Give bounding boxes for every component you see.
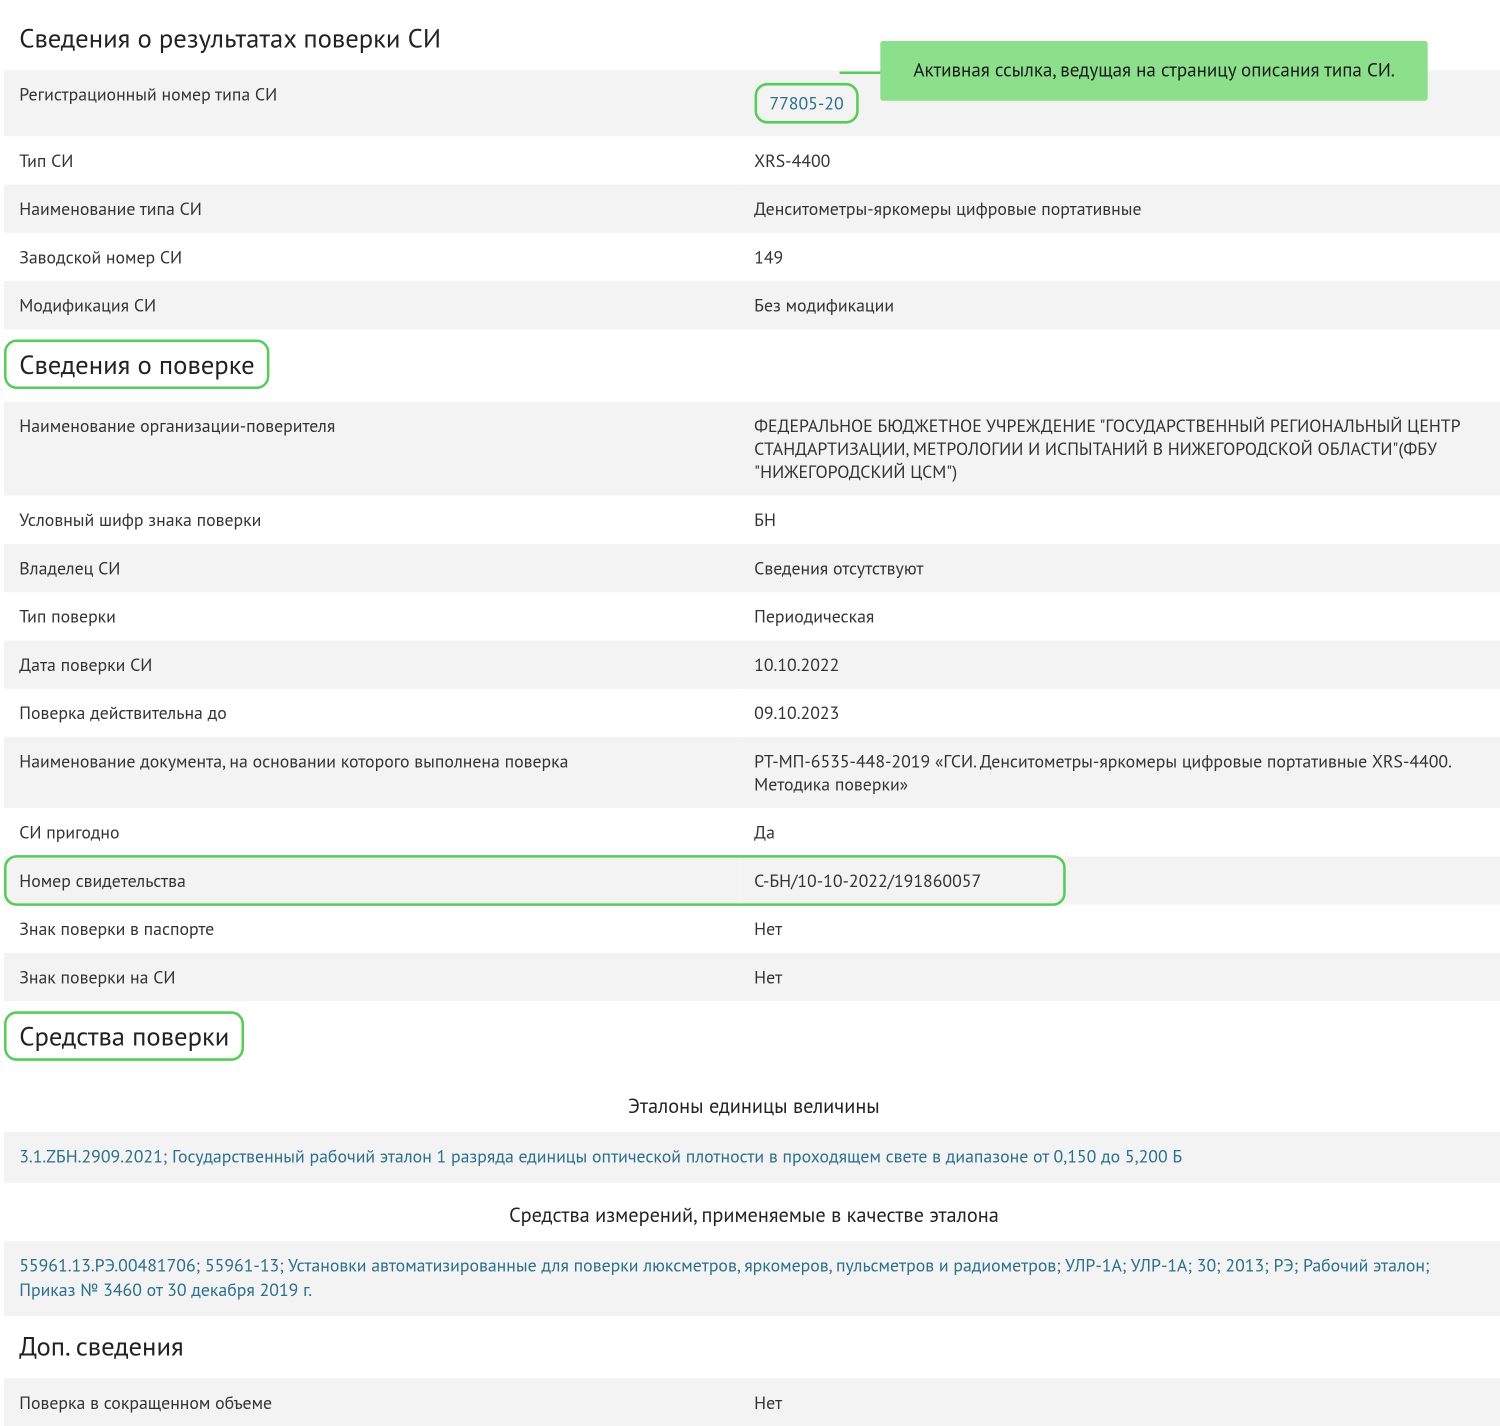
section-title-additional: Доп. сведения xyxy=(12,1326,192,1365)
etalon-block: 3.1.ZБН.2909.2021; Государственный рабоч… xyxy=(4,1132,1500,1182)
results-table: Регистрационный номер типа СИ 77805-20 Т… xyxy=(4,70,1500,329)
section-title-verification: Сведения о поверке xyxy=(4,339,270,389)
row-factory-num: Заводской номер СИ 149 xyxy=(4,233,1500,281)
annotation-callout: Активная ссылка, ведущая на страницу опи… xyxy=(880,41,1428,101)
row-certificate-number: Номер свидетельства С-БН/10-10-2022/1918… xyxy=(4,856,1500,904)
etalon-link[interactable]: 3.1.ZБН.2909.2021; Государственный рабоч… xyxy=(19,1145,1182,1168)
subsection-etalons: Эталоны единицы величины xyxy=(4,1094,1500,1119)
verification-table: Наименование организации-поверителяФЕДЕР… xyxy=(4,402,1500,1001)
regnum-highlight: 77805-20 xyxy=(754,83,859,124)
section-title-results: Сведения о результатах поверки СИ xyxy=(12,18,449,57)
row-modification: Модификация СИ Без модификации xyxy=(4,281,1500,329)
regnum-link[interactable]: 77805-20 xyxy=(769,92,843,115)
section-title-means: Средства поверки xyxy=(4,1011,245,1061)
additional-table: Поверка в сокращенном объеме Нет xyxy=(4,1378,1500,1426)
measurement-means-link[interactable]: 55961.13.РЭ.00481706; 55961-13; Установк… xyxy=(19,1253,1429,1301)
subsection-measurement-means: Средства измерений, применяемые в качест… xyxy=(4,1203,1500,1228)
label-regnum: Регистрационный номер типа СИ xyxy=(4,70,739,136)
row-name-type: Наименование типа СИ Денситометры-яркоме… xyxy=(4,185,1500,233)
measurement-means-block: 55961.13.РЭ.00481706; 55961-13; Установк… xyxy=(4,1241,1500,1316)
row-type-si: Тип СИ XRS-4400 xyxy=(4,136,1500,184)
